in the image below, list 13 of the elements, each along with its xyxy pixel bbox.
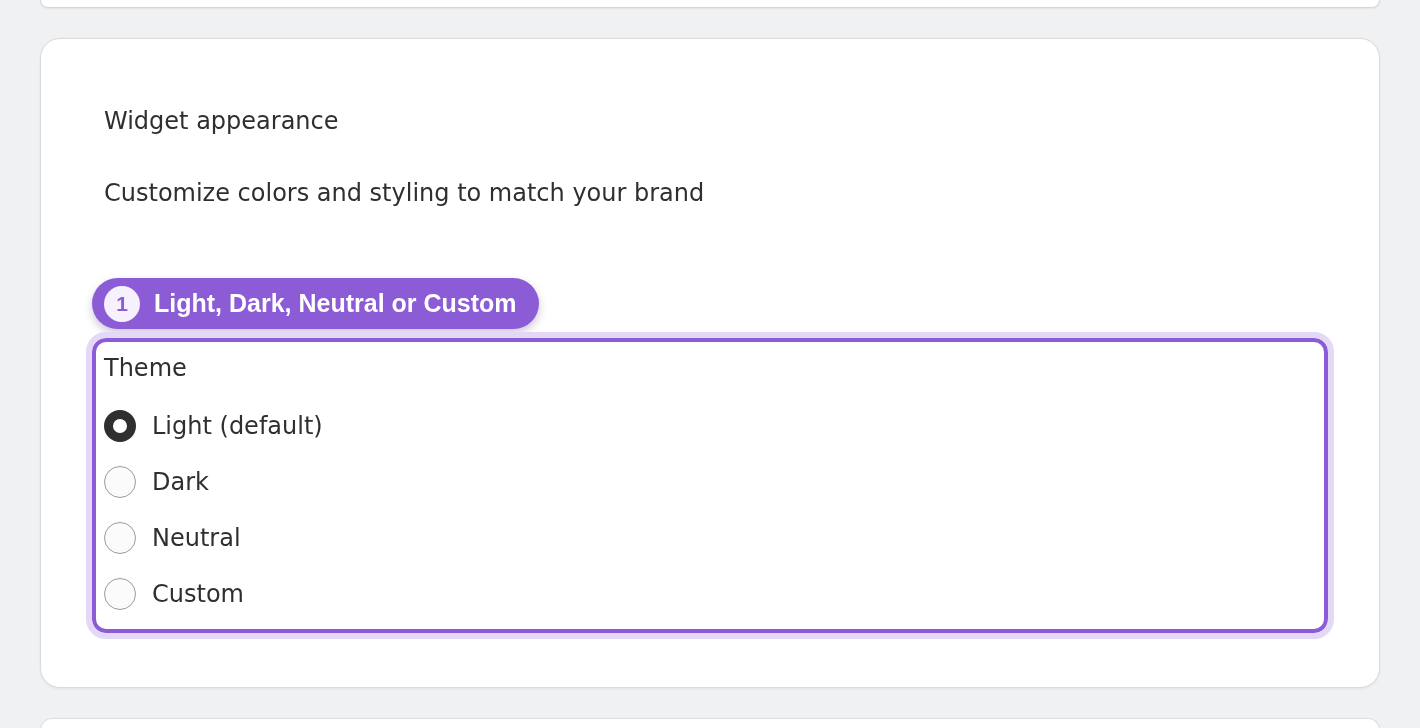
step-number: 1	[104, 285, 140, 322]
radio-button[interactable]	[104, 410, 136, 442]
radio-button[interactable]	[104, 578, 136, 610]
option-label[interactable]: Light (default)	[152, 410, 323, 442]
radio-button[interactable]	[104, 466, 136, 498]
annotation-text: Light, Dark, Neutral or Custom	[154, 289, 517, 318]
option-label[interactable]: Neutral	[152, 522, 241, 554]
section-description: Customize colors and styling to match your brand	[103, 178, 705, 209]
option-label[interactable]: Dark	[152, 466, 209, 498]
option-label[interactable]: Custom	[152, 578, 244, 610]
radio-button[interactable]	[104, 522, 136, 554]
theme-legend: Theme	[104, 352, 187, 384]
section-title: Widget appearance	[103, 106, 339, 137]
